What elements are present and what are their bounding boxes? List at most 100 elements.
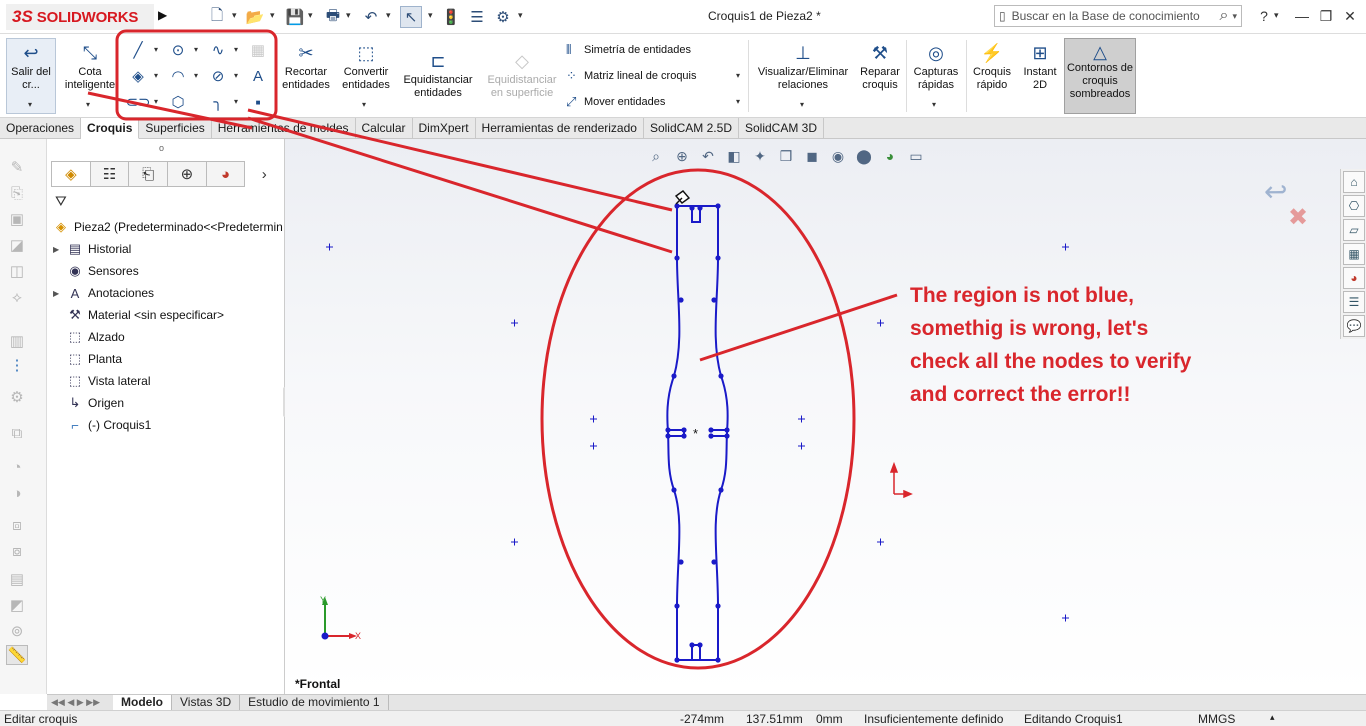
arc-tool-icon[interactable]: ◠ <box>168 66 188 86</box>
solidworks-logo[interactable]: 3S SOLIDWORKS <box>6 4 154 30</box>
offset-on-surface-button[interactable]: ◇ Equidistanciar en superficie <box>482 50 562 100</box>
rectangle-dropdown-icon[interactable]: ▾ <box>154 71 158 80</box>
tree-item-historial[interactable]: ▶ ▤ Historial <box>53 238 131 260</box>
dimxpert-manager-tab-icon[interactable]: ⊕ <box>167 161 207 187</box>
dynamic-annotation-icon[interactable]: ✦ <box>749 145 771 167</box>
zoom-to-fit-icon[interactable]: ⌕ <box>645 145 667 167</box>
convert-entities-button[interactable]: ⬚ Convertir entidades <box>336 42 396 92</box>
new-dropdown-icon[interactable]: ▾ <box>232 10 237 21</box>
hole-wizard-icon[interactable]: ⚙ <box>6 387 28 407</box>
circle-dropdown-icon[interactable]: ▾ <box>194 45 198 54</box>
tree-item-vista-lateral[interactable]: ⬚ Vista lateral <box>53 370 151 392</box>
draft-icon[interactable]: ◩ <box>6 595 28 615</box>
rib-icon[interactable]: ▤ <box>6 569 28 589</box>
display-delete-relations-button[interactable]: ⊥ Visualizar/Eliminar relaciones <box>752 42 854 92</box>
tab-vistas-3d[interactable]: Vistas 3D <box>172 695 241 710</box>
tab-estudio-movimiento[interactable]: Estudio de movimiento 1 <box>240 695 389 710</box>
trim-entities-button[interactable]: ✂ Recortar entidades <box>278 42 334 92</box>
tree-item-origen[interactable]: ↳ Origen <box>53 392 124 414</box>
rectangle-tool-icon[interactable]: ◈ <box>128 66 148 86</box>
tab-calcular[interactable]: Calcular <box>356 118 413 139</box>
menu-expand-arrow-icon[interactable]: ▶ <box>158 8 174 26</box>
instant-2d-button[interactable]: ⊞ Instant 2D <box>1018 42 1062 92</box>
print-icon[interactable]: 🖶 <box>322 6 344 28</box>
knowledge-base-search[interactable]: ▯ Buscar en la Base de conocimiento ⌕ ▾ <box>994 5 1242 27</box>
measure-icon[interactable]: 📏 <box>6 645 28 665</box>
smart-dimension-button[interactable]: ⤡ Cota inteligente <box>62 42 118 92</box>
tab-operaciones[interactable]: Operaciones <box>0 118 82 139</box>
file-explorer-icon[interactable]: ▱ <box>1343 219 1365 241</box>
mirror-feature-icon[interactable]: ⧇ <box>6 541 28 561</box>
arc-dropdown-icon[interactable]: ▾ <box>194 71 198 80</box>
plane-tool-icon[interactable]: ▦ <box>248 40 268 60</box>
new-document-icon[interactable]: 🗋 <box>206 6 228 28</box>
open-dropdown-icon[interactable]: ▾ <box>270 10 275 21</box>
tab-solidcam-3d[interactable]: SolidCAM 3D <box>739 118 825 139</box>
tree-item-sensores[interactable]: ◉ Sensores <box>53 260 138 282</box>
save-dropdown-icon[interactable]: ▾ <box>308 10 313 21</box>
view-palette-icon[interactable]: ▦ <box>1343 243 1365 265</box>
tab-herramientas-moldes[interactable]: Herramientas de moldes <box>212 118 356 139</box>
exit-sketch-corner-icon[interactable]: ↩ <box>1264 175 1287 208</box>
display-manager-tab-icon[interactable]: ◕ <box>205 161 246 187</box>
offset-entities-button[interactable]: ⊏ Equidistanciar entidades <box>398 50 478 100</box>
open-folder-icon[interactable]: 📂 <box>244 6 266 28</box>
graphics-area[interactable]: ⌕ ⊕ ↶ ◧ ✦ ❒ ◼ ◉ ⬤ ◕ ▭ ⎗ ⎘ — ❐ ✕ ↩ ✖ ⌂ ⎔ … <box>285 139 1366 694</box>
viewport-close-icon[interactable]: ✕ <box>1314 139 1323 140</box>
view-orientation-icon[interactable]: ❒ <box>775 145 797 167</box>
help-dropdown-icon[interactable]: ▾ <box>1274 10 1279 21</box>
edit-appearance-icon[interactable]: ⬤ <box>853 145 875 167</box>
tree-root-part[interactable]: ◈ Pieza2 (Predeterminado<<Predetermin <box>51 216 283 238</box>
point-tool-icon[interactable]: ■ <box>248 92 268 112</box>
fillet-feature-icon[interactable]: ◔ <box>6 457 28 477</box>
smart-dimension-dropdown-icon[interactable]: ▾ <box>86 100 90 109</box>
undo-dropdown-icon[interactable]: ▾ <box>386 10 391 21</box>
convert-dropdown-icon[interactable]: ▾ <box>362 100 366 109</box>
tab-scroll-arrows[interactable]: ◀◀ ◀ ▶ ▶▶ <box>47 697 113 708</box>
expand-tabs-icon[interactable]: › <box>244 161 284 187</box>
extrude-icon[interactable]: ▣ <box>6 209 28 229</box>
relations-dropdown-icon[interactable]: ▾ <box>800 100 804 109</box>
appearances-icon[interactable]: ◕ <box>1343 267 1365 289</box>
sketch-tool-icon[interactable]: ✎ <box>6 157 28 177</box>
status-units[interactable]: MMGS <box>1198 712 1235 726</box>
undo-icon[interactable]: ↶ <box>360 6 382 28</box>
chamfer-icon[interactable]: ◑ <box>6 483 28 503</box>
fillet-tool-icon[interactable]: ╮ <box>208 92 228 112</box>
zoom-to-area-icon[interactable]: ⊕ <box>671 145 693 167</box>
select-pointer-icon[interactable]: ↖ <box>400 6 422 28</box>
fillet-dropdown-icon[interactable]: ▾ <box>234 97 238 106</box>
mirror-entities-button[interactable]: ⫴ Simetría de entidades <box>566 42 691 58</box>
shell-icon[interactable]: ⧉ <box>6 423 28 443</box>
cancel-sketch-corner-icon[interactable]: ✖ <box>1288 203 1308 232</box>
tab-modelo[interactable]: Modelo <box>113 695 172 710</box>
expand-arrow-icon[interactable]: ▶ <box>53 245 65 254</box>
tab-croquis[interactable]: Croquis <box>81 118 140 139</box>
tab-dimxpert[interactable]: DimXpert <box>413 118 476 139</box>
save-icon[interactable]: 💾 <box>284 6 306 28</box>
tree-item-croquis1[interactable]: ⌐ (-) Croquis1 <box>53 414 151 436</box>
tab-solidcam-25d[interactable]: SolidCAM 2.5D <box>644 118 739 139</box>
cut-extrude-icon[interactable]: ▥ <box>6 331 28 351</box>
revolve-icon[interactable]: ◪ <box>6 235 28 255</box>
options-gear-icon[interactable]: ⚙ <box>492 6 514 28</box>
paperclip-icon[interactable]: ⎘ <box>6 183 28 203</box>
file-properties-icon[interactable]: ☰ <box>466 6 488 28</box>
slot-tool-icon[interactable]: ⊂⊃ <box>125 92 150 112</box>
tree-item-alzado[interactable]: ⬚ Alzado <box>53 326 125 348</box>
select-dropdown-icon[interactable]: ▾ <box>428 10 433 21</box>
sweep-icon[interactable]: ◫ <box>6 261 28 281</box>
spline-dropdown-icon[interactable]: ▾ <box>234 45 238 54</box>
feature-tree-tab-icon[interactable]: ◈ <box>51 161 91 187</box>
filter-icon[interactable]: ⛛ <box>55 193 67 210</box>
slot-dropdown-icon[interactable]: ▾ <box>154 97 158 106</box>
options-dropdown-icon[interactable]: ▾ <box>518 10 523 21</box>
line-dropdown-icon[interactable]: ▾ <box>154 45 158 54</box>
pattern-feature-icon[interactable]: ⧈ <box>6 515 28 535</box>
design-library-icon[interactable]: ⎔ <box>1343 195 1365 217</box>
rapid-sketch-button[interactable]: ⚡ Croquis rápido <box>970 42 1014 92</box>
shaded-contours-label[interactable]: △ Contornos de croquis sombreados <box>1066 43 1134 101</box>
loft-icon[interactable]: ⟡ <box>6 287 28 307</box>
apply-scene-icon[interactable]: ◕ <box>879 145 901 167</box>
print-dropdown-icon[interactable]: ▾ <box>346 10 351 21</box>
